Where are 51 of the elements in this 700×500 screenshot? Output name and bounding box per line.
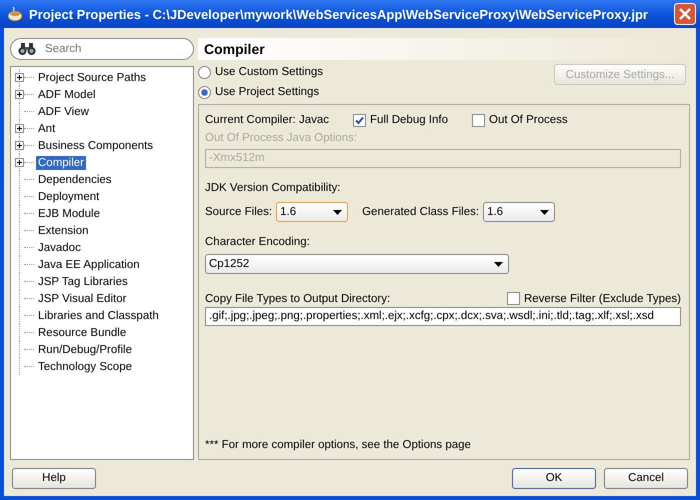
tree-item[interactable]: Resource Bundle <box>36 326 128 340</box>
tree-item[interactable]: Extension <box>36 224 91 238</box>
expand-icon[interactable] <box>15 158 24 167</box>
file-types-field[interactable]: .gif;.jpg;.jpeg;.png;.properties;.xml;.ejx;.xcfg;.cpx;.dcx;.sva;.wsdl;.ini;.tld;.tag;.xlf;.xsl;.xsd <box>205 307 681 326</box>
cup-icon <box>6 5 24 23</box>
dropdown-arrow-icon <box>333 210 342 214</box>
field-label: Generated Class Files: <box>362 206 480 218</box>
field-label: Copy File Types to Output Directory: <box>205 292 390 304</box>
tree-item[interactable]: Compiler <box>36 156 86 170</box>
tree-item[interactable]: Technology Scope <box>36 360 134 374</box>
cancel-button[interactable]: Cancel <box>604 468 688 488</box>
checkbox-option[interactable]: Reverse Filter (Exclude Types) <box>506 292 681 305</box>
tree-item[interactable]: Deployment <box>36 190 102 204</box>
expand-icon[interactable] <box>15 141 24 150</box>
dropdown-arrow-icon <box>540 210 550 214</box>
tree-item[interactable]: Business Components <box>36 138 156 152</box>
radio-option[interactable]: Use Project Settings <box>198 84 324 100</box>
ok-button[interactable]: OK <box>512 468 596 488</box>
tree-item[interactable]: Javadoc <box>36 240 83 254</box>
encoding-dropdown[interactable]: Cp1252 <box>205 254 509 274</box>
expand-icon[interactable] <box>15 73 24 82</box>
field-label: Out Of Process Java Options: <box>205 132 358 146</box>
section-label: JDK Version Compatibility: <box>205 182 342 196</box>
dropdown-arrow-icon <box>494 262 503 266</box>
tree-item[interactable]: Run/Debug/Profile <box>36 342 134 356</box>
tree-item[interactable]: Ant <box>36 122 58 136</box>
radio-option[interactable]: Use Custom Settings <box>198 64 324 80</box>
checkbox-option[interactable]: Out Of Process <box>472 114 568 126</box>
expand-icon[interactable] <box>15 124 24 133</box>
tree-item[interactable]: ADF Model <box>36 88 98 102</box>
current-compiler-label: Current Compiler: Javac <box>205 114 330 126</box>
field-label: Character Encoding: <box>205 236 311 250</box>
tree-item[interactable]: EJB Module <box>36 206 102 220</box>
search-field[interactable]: Search <box>10 38 194 60</box>
options-note: *** For more compiler options, see the Options page <box>205 439 472 451</box>
expand-icon[interactable] <box>15 90 24 99</box>
tree-item[interactable]: Dependencies <box>36 172 114 186</box>
tree-item[interactable]: ADF View <box>36 104 91 118</box>
checkmark-icon <box>354 114 365 126</box>
tree-item[interactable]: JSP Tag Libraries <box>36 274 130 288</box>
class-files-dropdown[interactable]: 1.6 <box>483 202 556 222</box>
field-label: Source Files: <box>205 206 272 218</box>
help-button[interactable]: Help <box>12 468 96 488</box>
source-files-dropdown[interactable]: 1.6 <box>276 202 348 222</box>
tree-item[interactable]: Libraries and Classpath <box>36 308 161 322</box>
window-title: Project Properties - C:\JDeveloper\mywork\WebServicesApp\WebServiceProxy\WebServiceProxy.jpr <box>29 6 649 22</box>
close-icon[interactable] <box>674 3 696 25</box>
tree-item[interactable]: JSP Visual Editor <box>36 292 128 306</box>
checkbox-option[interactable]: Full Debug Info <box>353 114 448 126</box>
tree-item[interactable]: Java EE Application <box>36 258 142 272</box>
tree-item[interactable]: Project Source Paths <box>36 70 148 84</box>
